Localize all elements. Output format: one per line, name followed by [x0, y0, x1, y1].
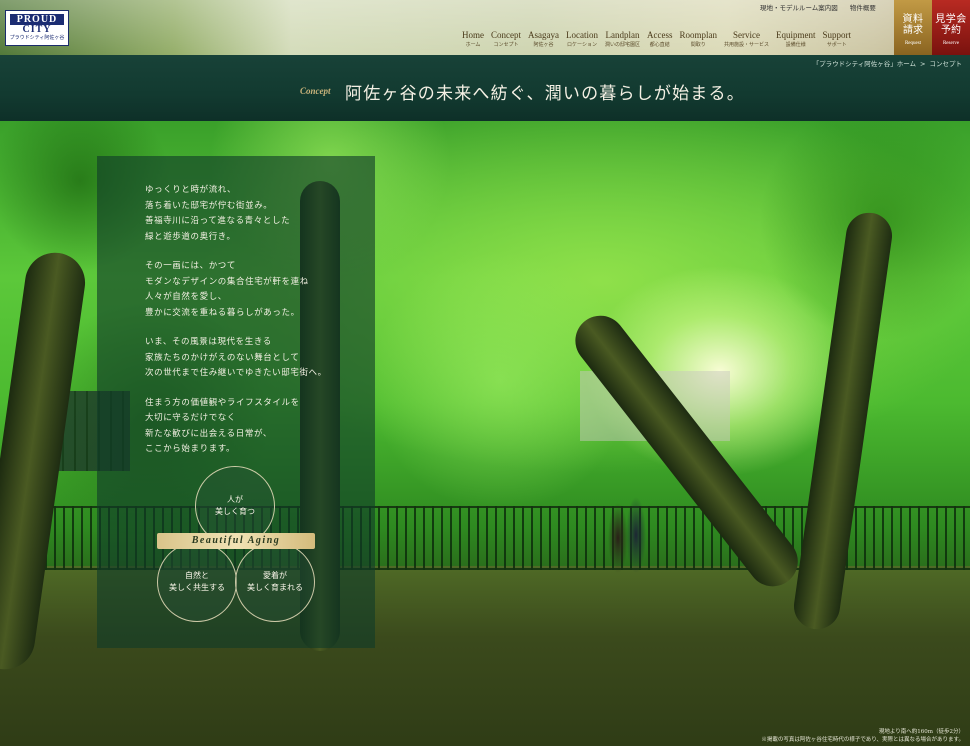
nav-sublabel: サポート — [826, 42, 847, 48]
reserve-button[interactable]: 見学会 予約 Reserve — [932, 0, 970, 55]
paragraph: その一画には、かつて モダンなデザインの集合住宅が軒を連ね 人々が自然を愛し、 … — [145, 259, 375, 321]
utility-link-outline[interactable]: 物件概要 — [850, 2, 876, 12]
concept-body: ゆっくりと時が流れ、 落ち着いた邸宅が佇む街並み。 善福寺川に沿って進なる青々と… — [145, 183, 375, 472]
paragraph: 住まう方の価値観やライフスタイルを 大切に守るだけでなく 新たな歓びに出会える日… — [145, 396, 375, 458]
text-line: ゆっくりと時が流れ、 — [145, 185, 237, 195]
text-line: 豊かに交流を重ねる暮らしがあった。 — [145, 307, 300, 318]
page-title: 阿佐ヶ谷の未来へ紡ぐ、潤いの暮らしが始まる。 — [345, 84, 745, 104]
circle-text: 人が — [227, 495, 243, 504]
nav-item-location[interactable]: Location ロケーション — [566, 30, 598, 49]
nav-label: Access — [647, 30, 673, 40]
nav-sublabel: コンセプト — [493, 42, 519, 48]
circle-text: 美しく育つ — [215, 507, 255, 516]
breadcrumb: 「プラウドシティ阿佐ヶ谷」ホーム > コンセプト — [811, 58, 964, 68]
paragraph: ゆっくりと時が流れ、 落ち着いた邸宅が佇む街並み。 善福寺川に沿って進なる青々と… — [145, 183, 375, 245]
circle-text: 愛着が — [263, 571, 287, 580]
logo-subtitle: プラウドシティ阿佐ヶ谷 — [9, 35, 65, 41]
utility-nav: 現地・モデルルーム案内図 物件概要 — [760, 2, 876, 12]
concept-bar: 「プラウドシティ阿佐ヶ谷」ホーム > コンセプト Concept 阿佐ヶ谷の未来へ紡… — [0, 55, 970, 121]
breadcrumb-current: コンセプト — [929, 60, 963, 68]
nav-item-roomplan[interactable]: Roomplan 間取り — [680, 30, 718, 49]
circle-text: 美しく育まれる — [247, 583, 303, 592]
text-line: いま、その風景は現代を生きる — [145, 337, 272, 347]
nav-sublabel: 間取り — [690, 42, 706, 48]
nav-sublabel: 阿佐ヶ谷 — [533, 42, 554, 48]
breadcrumb-separator: > — [920, 60, 926, 68]
text-line: 次の世代まで住み継いでゆきたい邸宅街へ。 — [145, 368, 327, 378]
nav-sublabel: 潤いの邸宅園区 — [605, 42, 641, 48]
text-line: 大切に守るだけでなく — [145, 413, 237, 423]
reserve-label-2: 予約 — [941, 25, 961, 36]
request-label-1: 資料 — [902, 14, 924, 25]
nav-sublabel: ホーム — [465, 42, 481, 48]
breadcrumb-home[interactable]: 「プラウドシティ阿佐ヶ谷」ホーム — [813, 60, 916, 68]
nav-label: Landplan — [605, 30, 640, 40]
text-line: 住まう方の価値観やライフスタイルを — [145, 397, 300, 408]
request-label-2: 請求 — [903, 25, 923, 36]
nav-item-equipment[interactable]: Equipment 設備仕様 — [776, 30, 816, 49]
nav-label: Support — [822, 30, 852, 40]
photo-caption: 現地より南へ約160m（徒歩2分） ※掲載の写真は阿佐ヶ谷住宅時代の様子であり、… — [761, 728, 964, 744]
text-line: モダンなデザインの集合住宅が軒を連ね — [145, 276, 309, 287]
nav-label: Location — [566, 30, 598, 40]
text-line: その一画には、かつて — [145, 261, 237, 271]
reserve-label-1: 見学会 — [935, 14, 967, 25]
text-line: 緑と遊歩道の奥行き。 — [145, 231, 236, 242]
circle-coexist-nature: 自然と 美しく共生する — [157, 542, 237, 622]
logo-brand-2: CITY — [22, 24, 52, 35]
nav-item-access[interactable]: Access 都心直結 — [647, 30, 673, 49]
nav-sublabel: 設備仕様 — [785, 42, 806, 48]
nav-item-service[interactable]: Service 共用施設・サービス — [724, 30, 769, 49]
nav-label: Asagaya — [528, 30, 559, 40]
nav-sublabel: 都心直結 — [649, 42, 670, 48]
caption-line: 現地より南へ約160m（徒歩2分） — [878, 729, 964, 735]
nav-label: Roomplan — [679, 30, 718, 40]
text-line: 家族たちのかけがえのない舞台として — [145, 352, 300, 363]
site-header: PROUD CITY プラウドシティ阿佐ヶ谷 現地・モデルルーム案内図 物件概要… — [0, 0, 970, 55]
nav-sublabel: ロケーション — [567, 42, 597, 48]
request-label-en: Request — [904, 41, 922, 46]
request-button[interactable]: 資料 請求 Request — [894, 0, 932, 55]
text-line: 新たな歓びに出会える日常が、 — [145, 428, 272, 439]
reserve-label-en: Reserve — [942, 41, 960, 46]
nav-sublabel: 共用施設・サービス — [724, 42, 770, 48]
nav-item-support[interactable]: Support サポート — [823, 30, 852, 49]
utility-link-map[interactable]: 現地・モデルルーム案内図 — [760, 2, 838, 12]
text-line: 善福寺川に沿って進なる青々とした — [145, 216, 291, 226]
nav-label: Concept — [491, 30, 521, 40]
beautiful-aging-ribbon: Beautiful Aging — [157, 533, 315, 549]
text-line: ここから始まります。 — [145, 444, 236, 454]
nav-label: Service — [733, 30, 761, 40]
nav-item-landplan[interactable]: Landplan 潤いの邸宅園区 — [605, 30, 640, 49]
walking-couple — [606, 493, 648, 573]
text-line: 落ち着いた邸宅が佇む街並み。 — [145, 200, 273, 211]
global-nav: Home ホーム Concept コンセプト Asagaya 阿佐ヶ谷 Loca… — [462, 30, 858, 49]
circle-text: 美しく共生する — [169, 583, 225, 592]
concept-label: Concept — [300, 86, 331, 96]
circle-text: 自然と — [185, 571, 209, 580]
text-line: 人々が自然を愛し、 — [145, 292, 227, 302]
nav-item-home[interactable]: Home ホーム — [462, 30, 484, 49]
nav-item-concept[interactable]: Concept コンセプト — [491, 30, 521, 49]
circle-attachment-grows: 愛着が 美しく育まれる — [235, 542, 315, 622]
nav-item-asagaya[interactable]: Asagaya 阿佐ヶ谷 — [528, 30, 559, 49]
caption-line: ※掲載の写真は阿佐ヶ谷住宅時代の様子であり、実際とは異なる場合があります。 — [761, 737, 964, 743]
proud-city-logo[interactable]: PROUD CITY プラウドシティ阿佐ヶ谷 — [5, 10, 69, 46]
nav-label: Home — [462, 30, 484, 40]
nav-label: Equipment — [776, 30, 816, 40]
paragraph: いま、その風景は現代を生きる 家族たちのかけがえのない舞台として 次の世代まで住… — [145, 335, 375, 382]
